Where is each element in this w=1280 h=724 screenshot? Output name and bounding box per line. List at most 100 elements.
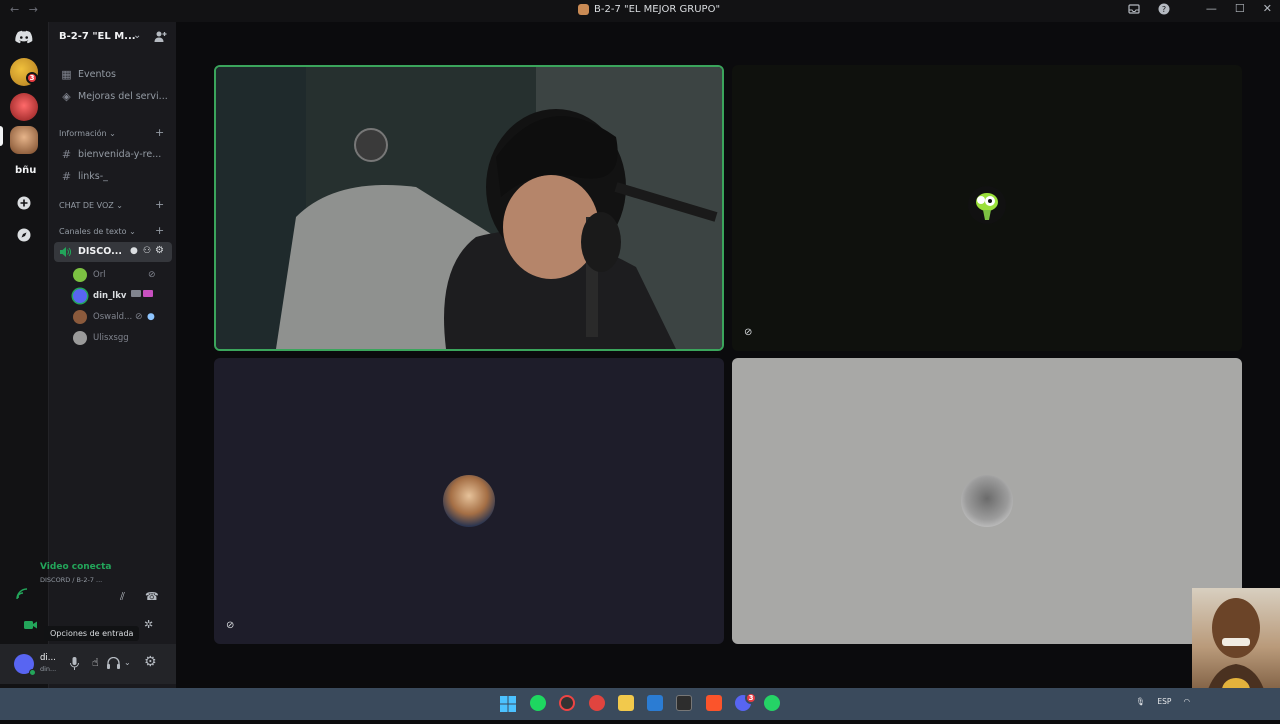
word-icon[interactable]	[647, 695, 663, 711]
invite-icon[interactable]: ⚇	[143, 246, 151, 256]
voice-user-name: Orl	[93, 270, 106, 280]
app-icon-chrome[interactable]	[559, 695, 575, 711]
category-voice[interactable]: CHAT DE VOZ ⌄	[59, 201, 123, 210]
avatar	[961, 475, 1013, 527]
chevron-down-icon: ⌄	[109, 129, 116, 138]
avatar	[73, 268, 87, 282]
wifi-icon[interactable]: ◠	[1183, 697, 1190, 706]
explore-icon[interactable]	[17, 228, 31, 242]
server-icon	[578, 4, 589, 15]
channel-label: links-_	[78, 171, 108, 182]
minimize-button[interactable]: —	[1206, 2, 1217, 15]
close-button[interactable]: ✕	[1263, 2, 1272, 15]
gear-icon[interactable]: ⚙	[155, 245, 164, 256]
category-label: Información	[59, 129, 107, 138]
server-icon-active[interactable]	[10, 126, 38, 154]
muted-mic-icon: ⊘	[744, 327, 753, 338]
chevron-down-icon[interactable]: ⌄	[124, 658, 131, 667]
server-name[interactable]: B-2-7 "EL M...	[59, 31, 136, 42]
category-label: Canales de texto	[59, 227, 127, 236]
voice-user-din[interactable]: din_lkv	[73, 289, 153, 303]
video-tile-ulisxsgg[interactable]	[732, 358, 1242, 644]
category-text[interactable]: Canales de texto ⌄	[59, 227, 136, 236]
camera-icon	[131, 290, 141, 297]
whatsapp-icon[interactable]	[764, 695, 780, 711]
voice-status: Video conectac	[40, 562, 112, 572]
user-tag: din...	[40, 665, 57, 673]
voice-user-oswald[interactable]: Oswald... ⊘ ●	[73, 310, 155, 324]
add-server-icon[interactable]	[17, 196, 31, 210]
server-bnu[interactable]: bñu	[15, 165, 36, 176]
sidebar-item-label: Mejoras del servi...	[78, 91, 168, 102]
chat-icon[interactable]: ●	[130, 246, 138, 256]
app-icon-red[interactable]	[589, 695, 605, 711]
windows-start-icon[interactable]	[500, 696, 516, 712]
video-tile-oswald[interactable]: ⊘	[214, 358, 724, 644]
signal-icon[interactable]	[16, 588, 28, 600]
microphone-icon[interactable]	[70, 657, 79, 670]
forward-button[interactable]: →	[29, 3, 38, 16]
file-explorer-icon[interactable]	[618, 695, 634, 711]
voice-user-orl[interactable]: Orl ⊘	[73, 268, 156, 282]
server-icon-2[interactable]	[10, 93, 38, 121]
back-button[interactable]: ←	[10, 3, 19, 16]
channel-bienvenida[interactable]: # bienvenida-y-re...	[61, 148, 161, 161]
video-tile-orl[interactable]: ⊘	[732, 65, 1242, 351]
video-tile-din-lkv[interactable]	[214, 65, 724, 351]
add-channel-icon[interactable]: +	[155, 224, 164, 237]
voice-channel-label: DISCO...	[78, 246, 122, 257]
mention-badge: 3	[26, 72, 38, 84]
headphones-icon[interactable]	[107, 657, 120, 669]
chevron-down-icon[interactable]: ⌄	[133, 30, 141, 41]
webcam-feed	[216, 67, 722, 349]
window-controls: ? — ☐ ✕	[1128, 2, 1272, 15]
maximize-button[interactable]: ☐	[1235, 2, 1245, 15]
hashtag-icon: #	[61, 170, 72, 183]
svg-text:?: ?	[1162, 5, 1166, 14]
avatar	[968, 186, 1006, 224]
sidebar-item-boosts[interactable]: ◈ Mejoras del servi...	[61, 90, 168, 103]
username: di...	[40, 653, 56, 663]
add-channel-icon[interactable]: +	[155, 126, 164, 139]
voice-user-ulisxsgg[interactable]: Ulisxsgg	[73, 331, 129, 345]
voice-channel-path[interactable]: DISCORD / B-2-7 ...	[40, 576, 102, 584]
settings-gear-icon[interactable]: ⚙	[144, 654, 157, 670]
brave-icon[interactable]	[706, 695, 722, 711]
voice-channel-discord[interactable]: DISCO... ● ⚇ ⚙	[54, 242, 172, 262]
sidebar-item-events[interactable]: ▦ Eventos	[61, 68, 116, 81]
avatar	[73, 310, 87, 324]
boost-icon: ◈	[62, 90, 71, 103]
cursor-hand-icon: ☝	[92, 656, 99, 669]
inbox-icon[interactable]	[1128, 3, 1140, 15]
muted-icon: ⊘	[148, 270, 156, 280]
help-icon[interactable]: ?	[1158, 3, 1170, 15]
language-indicator[interactable]: ESP	[1157, 697, 1171, 706]
app-icon-terminal[interactable]	[676, 695, 692, 711]
noise-suppression-icon[interactable]: ⫽	[120, 590, 125, 604]
channel-links[interactable]: # links-_	[61, 170, 108, 183]
chat-bubble-icon: ●	[147, 312, 155, 322]
avatar	[73, 289, 87, 303]
voice-user-name: Oswald...	[93, 312, 133, 322]
selected-server-indicator	[0, 126, 3, 146]
muted-icon: ⊘	[135, 312, 143, 322]
activity-icon[interactable]: ✲	[144, 618, 153, 631]
invite-people-icon[interactable]	[154, 30, 167, 43]
camera-on-icon[interactable]	[24, 620, 38, 630]
disconnect-icon[interactable]: ☎	[145, 590, 159, 603]
alien-avatar-icon	[976, 193, 998, 220]
window-title: B-2-7 "EL MEJOR GRUPO"	[578, 4, 720, 15]
category-info[interactable]: Información ⌄	[59, 129, 116, 138]
system-tray: 🎙 ESP ◠	[1136, 697, 1190, 706]
discord-home-icon[interactable]	[15, 30, 33, 44]
calendar-icon: ▦	[61, 68, 72, 81]
add-channel-icon[interactable]: +	[155, 198, 164, 211]
spotify-icon[interactable]	[530, 695, 546, 711]
sidebar-item-label: Eventos	[78, 69, 116, 80]
user-panel: di... din... ☝ ⌄ ⚙	[0, 644, 176, 684]
taskbar-badge: 3	[745, 692, 757, 704]
voice-connection-panel: Video conectac DISCORD / B-2-7 ... ⫽ ☎	[6, 558, 159, 606]
nav-buttons: ← →	[10, 3, 38, 16]
microphone-tray-icon[interactable]: 🎙	[1136, 697, 1146, 706]
category-label: CHAT DE VOZ	[59, 201, 114, 210]
